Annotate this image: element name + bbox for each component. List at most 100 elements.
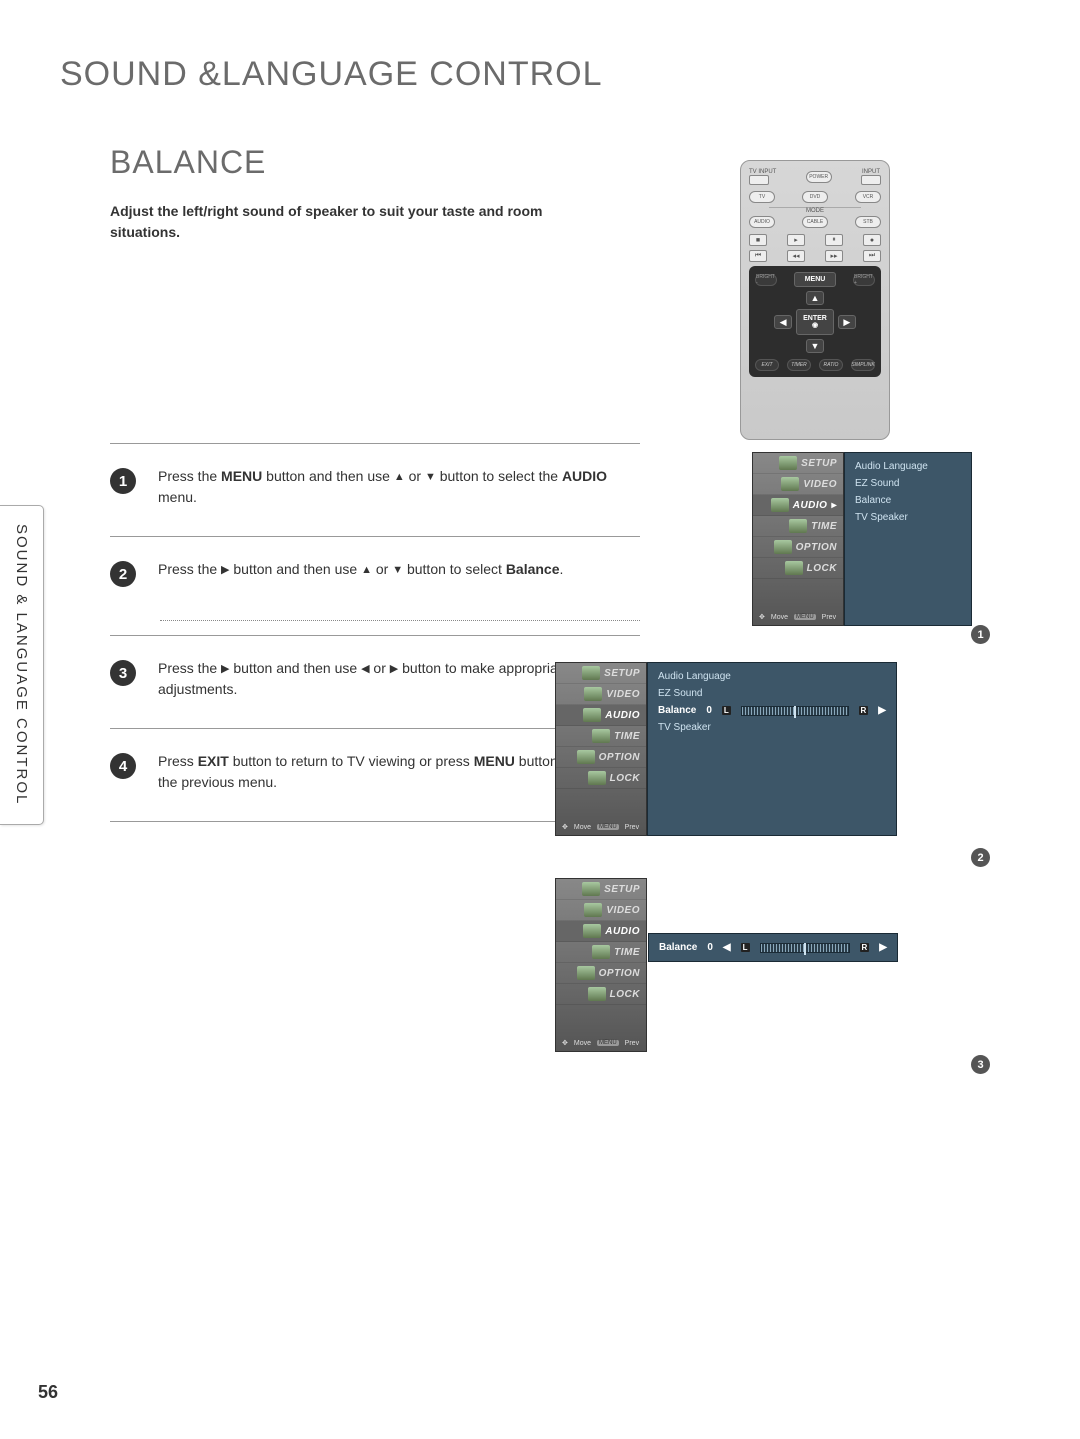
osd-item: EZ Sound [855,478,961,489]
t: MENU [474,753,515,769]
osd-time: TIME [556,942,646,963]
balance-slider [760,943,850,953]
osd-screenshot-1: SETUP VIDEO AUDIO▸ TIME OPTION LOCK ✥Mov… [752,452,972,626]
osd-lock: LOCK [753,558,843,579]
up-icon: ▲ [361,564,372,576]
intro-text: Adjust the left/right sound of speaker t… [110,201,570,243]
cable-mode-button: CABLE [802,216,828,228]
t: or [405,468,425,484]
left-icon: ◀ [723,942,731,953]
osd-submenu: Audio Language EZ Sound Balance TV Speak… [844,452,972,626]
l-cap: L [741,943,750,952]
label: MODE [769,207,861,214]
bright-minus-button: BRIGHT - [755,274,777,286]
value: 0 [707,942,713,953]
t: Press the [158,468,221,484]
audio-mode-button: AUDIO [749,216,775,228]
up-icon: ▲ [394,471,405,483]
page-number: 56 [38,1382,58,1403]
right-icon: ▶ [879,942,887,953]
bright-plus-button: BRIGHT + [853,274,875,286]
ratio-button: RATIO [819,359,843,371]
side-tab-label: SOUND & LANGUAGE CONTROL [13,524,30,805]
step-text: Press the MENU button and then use ▲ or … [158,466,640,508]
osd-item: TV Speaker [658,722,886,733]
osd-setup: SETUP [556,879,646,900]
t: Press the [158,561,221,577]
osd-video: VIDEO [753,474,843,495]
tvinput-button [749,175,769,185]
t: button to select [403,561,506,577]
osd-footer: ✥Move MENUPrev [556,819,646,835]
prev-button: ⏮ [749,250,767,262]
osd-lock: LOCK [556,768,646,789]
enter-button: ENTER◉ [796,309,834,335]
osd-balance-row: Balance 0 L R ▶ [658,705,886,716]
osd-time: TIME [753,516,843,537]
osd-setup: SETUP [556,663,646,684]
step-text: Press the ▶ button and then use ▲ or ▼ b… [158,559,563,580]
t: or [372,561,392,577]
osd-item: TV Speaker [855,512,961,523]
r-cap: R [860,943,870,952]
osd-audio: AUDIO [556,705,646,726]
osd-option: OPTION [556,963,646,984]
t: button and then use [230,660,362,676]
osd-audio: AUDIO▸ [753,495,843,516]
side-tab: SOUND & LANGUAGE CONTROL [0,505,44,825]
t: or [370,660,390,676]
osd-video: VIDEO [556,684,646,705]
pause-button: ⏸ [825,234,843,246]
down-icon: ▼ [392,564,403,576]
tv-mode-button: TV [749,191,775,203]
balance-slider [741,706,849,716]
t: menu. [158,489,197,505]
osd-setup: SETUP [753,453,843,474]
screenshot-number-3: 3 [971,1055,990,1074]
next-button: ⏭ [863,250,881,262]
l-cap: L [722,706,731,715]
value: 0 [706,705,712,716]
right-icon: ▶ [221,663,229,675]
input-button [861,175,881,185]
stop-button: ■ [749,234,767,246]
osd-footer: ✥Move MENUPrev [556,1035,646,1051]
timer-button: TIMER [787,359,811,371]
t: button and then use [230,561,362,577]
stb-mode-button: STB [855,216,881,228]
t: MENU [221,468,262,484]
power-button: POWER [806,171,832,183]
right-icon: ▶ [221,564,229,576]
remote-illustration: TV INPUT POWER INPUT TV DVD VCR MODE AUD… [740,160,890,440]
step-number: 4 [110,753,136,779]
dvd-mode-button: DVD [802,191,828,203]
osd-menu-sidebar: SETUP VIDEO AUDIO TIME OPTION LOCK ✥Move… [555,878,647,1052]
osd-item: Audio Language [855,461,961,472]
menu-button: MENU [794,272,837,287]
screenshot-number-2: 2 [971,848,990,867]
rew-button: ◂◂ [787,250,805,262]
osd-item: Audio Language [658,671,886,682]
chapter-title: SOUND &LANGUAGE CONTROL [60,55,1020,94]
simplink-button: SIMPLINK [851,359,875,371]
label: TV INPUT [749,169,776,175]
t: Press [158,753,198,769]
rec-button: ● [863,234,881,246]
osd-screenshot-2: SETUP VIDEO AUDIO TIME OPTION LOCK ✥Move… [555,662,897,836]
osd-menu-sidebar: SETUP VIDEO AUDIO▸ TIME OPTION LOCK ✥Mov… [752,452,844,626]
t: AUDIO [562,468,607,484]
osd-option: OPTION [753,537,843,558]
remote-dpad-area: BRIGHT - MENU BRIGHT + ▲ ◀ ENTER◉ ▶ ▼ EX… [749,266,881,377]
down-icon: ▼ [425,471,436,483]
step-number: 2 [110,561,136,587]
t: button and then use [262,468,394,484]
osd-balance-detail: Balance 0 ◀ L R ▶ [648,933,898,962]
up-arrow-button: ▲ [806,291,824,305]
right-icon: ▶ [390,663,398,675]
label: Balance [658,705,696,716]
r-cap: R [859,706,869,715]
step-2: 2 Press the ▶ button and then use ▲ or ▼… [110,537,640,636]
vcr-mode-button: VCR [855,191,881,203]
left-icon: ◀ [361,663,369,675]
osd-item: Balance [855,495,961,506]
